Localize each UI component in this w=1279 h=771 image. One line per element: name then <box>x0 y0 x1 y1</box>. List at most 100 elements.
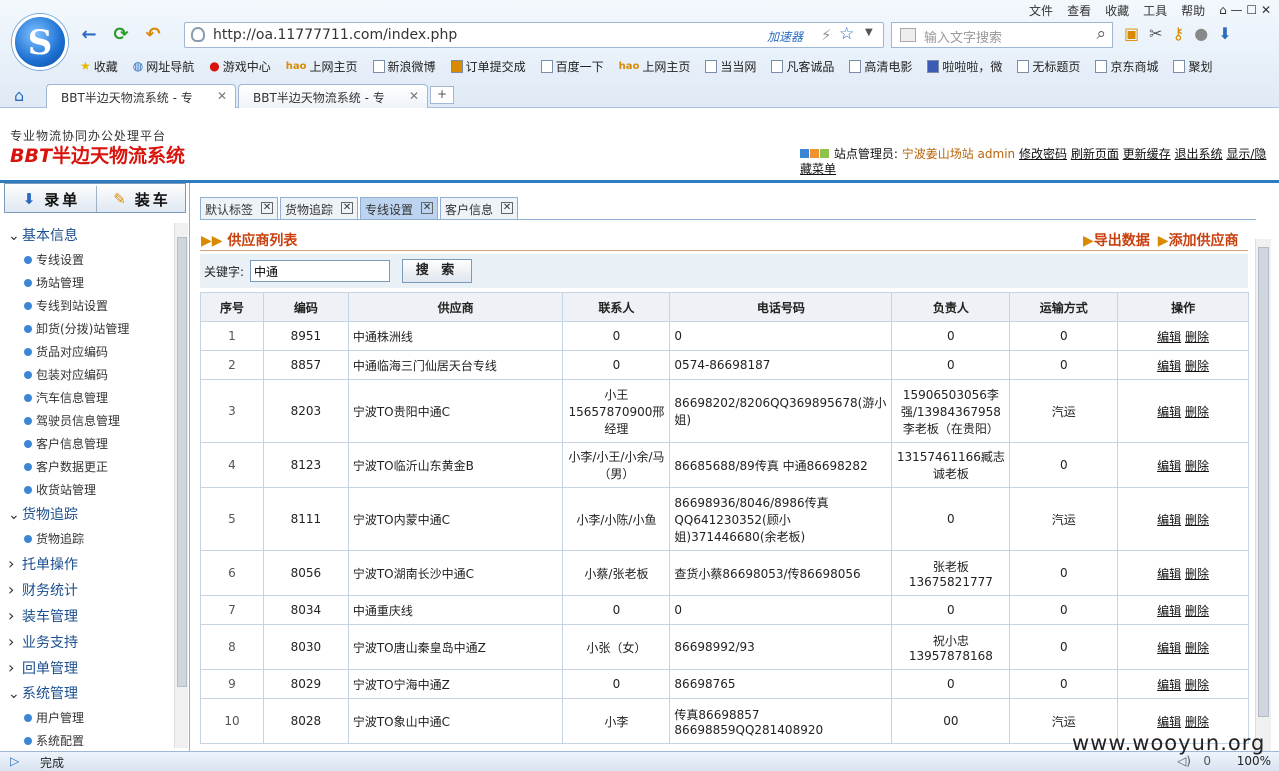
more-icon[interactable]: ● <box>1194 24 1208 43</box>
favorite-item[interactable]: 聚划 <box>1173 58 1212 75</box>
search-button[interactable]: 搜 索 <box>402 259 472 283</box>
edit-link[interactable]: 编辑 <box>1157 330 1181 344</box>
delete-link[interactable]: 删除 <box>1185 641 1209 655</box>
edit-link[interactable]: 编辑 <box>1157 604 1181 618</box>
content-tab[interactable]: 货物追踪 ✕ <box>280 196 359 220</box>
delete-link[interactable]: 删除 <box>1185 459 1209 473</box>
delete-link[interactable]: 删除 <box>1185 567 1209 581</box>
load-truck-button[interactable]: ✎ 装车 <box>97 186 187 212</box>
address-url[interactable]: http://oa.11777711.com/index.php <box>213 27 457 43</box>
delete-link[interactable]: 删除 <box>1185 405 1209 419</box>
sidebar-scroll-thumb[interactable] <box>177 237 187 687</box>
favorite-item[interactable]: 京东商城 <box>1095 58 1158 75</box>
sidebar-item[interactable]: 客户数据更正 <box>0 456 174 479</box>
menu-help[interactable]: 帮助 <box>1181 2 1205 19</box>
update-cache-link[interactable]: 更新缓存 <box>1123 147 1171 161</box>
sidebar-group[interactable]: ⌄ 系统管理 <box>0 681 174 707</box>
close-icon[interactable]: ✕ <box>341 201 354 214</box>
browser-search-placeholder[interactable]: 输入文字搜索 <box>924 27 1002 46</box>
delete-link[interactable]: 删除 <box>1185 678 1209 692</box>
volume-icon[interactable]: ◁) <box>1177 754 1191 768</box>
keyword-input[interactable] <box>250 260 390 282</box>
refresh-page-link[interactable]: 刷新页面 <box>1071 147 1119 161</box>
delete-link[interactable]: 删除 <box>1185 513 1209 527</box>
delete-link[interactable]: 删除 <box>1185 330 1209 344</box>
favorite-item[interactable]: ◍ 网址导航 <box>133 58 195 75</box>
favorite-item[interactable]: 啦啦啦，微 <box>927 58 1002 75</box>
favorite-item[interactable]: hao 上网主页 <box>619 58 691 75</box>
delete-link[interactable]: 删除 <box>1185 604 1209 618</box>
change-password-link[interactable]: 修改密码 <box>1019 147 1067 161</box>
sidebar-group[interactable]: › 回单管理 <box>0 655 174 681</box>
favorites-icon[interactable]: ▣ <box>1124 24 1139 43</box>
close-icon[interactable]: ✕ <box>217 89 227 103</box>
undo-icon[interactable]: ↶ <box>142 24 164 46</box>
favorite-item[interactable]: 新浪微博 <box>372 58 436 75</box>
zoom-level[interactable]: 100% <box>1237 754 1271 768</box>
sidebar-item[interactable]: 货品对应编码 <box>0 341 174 364</box>
sidebar-scrollbar[interactable] <box>174 223 188 748</box>
sidebar-item[interactable]: 用户管理 <box>0 707 174 730</box>
sidebar-item[interactable]: 汽车信息管理 <box>0 387 174 410</box>
edit-link[interactable]: 编辑 <box>1157 567 1181 581</box>
search-icon[interactable]: ⌕ <box>1096 24 1106 44</box>
sidebar-item[interactable]: 货物追踪 <box>0 528 174 551</box>
sidebar-item[interactable]: 专线设置 <box>0 249 174 272</box>
sidebar-group[interactable]: ⌄ 货物追踪 <box>0 502 174 528</box>
favorite-item[interactable]: 当当网 <box>705 58 756 75</box>
sidebar-item[interactable]: 包装对应编码 <box>0 364 174 387</box>
edit-link[interactable]: 编辑 <box>1157 715 1181 729</box>
edit-link[interactable]: 编辑 <box>1157 359 1181 373</box>
content-tab[interactable]: 专线设置 ✕ <box>360 196 439 220</box>
menu-favorites[interactable]: 收藏 <box>1105 2 1129 19</box>
sidebar-item[interactable]: 收货站管理 <box>0 479 174 502</box>
sidebar-group[interactable]: › 托单操作 <box>0 551 174 577</box>
theme-green-icon[interactable] <box>820 149 829 158</box>
content-tab[interactable]: 默认标签 ✕ <box>200 196 279 220</box>
sidebar-item[interactable]: 客户信息管理 <box>0 433 174 456</box>
home-icon[interactable]: ⌂ <box>14 86 24 105</box>
content-scroll-thumb[interactable] <box>1258 247 1269 717</box>
lightning-icon[interactable]: ⚡ <box>821 26 832 44</box>
close-icon[interactable]: ✕ <box>421 201 434 214</box>
content-scrollbar[interactable] <box>1255 239 1271 751</box>
edit-link[interactable]: 编辑 <box>1157 513 1181 527</box>
sidebar-item[interactable]: 专线到站设置 <box>0 295 174 318</box>
edit-link[interactable]: 编辑 <box>1157 459 1181 473</box>
favorite-item[interactable]: 无标题页 <box>1017 58 1080 75</box>
theme-blue-icon[interactable] <box>800 149 809 158</box>
theme-orange-icon[interactable] <box>810 149 819 158</box>
accelerator-label[interactable]: 加速器 <box>767 28 803 45</box>
new-tab-icon[interactable]: + <box>430 86 454 104</box>
menu-view[interactable]: 查看 <box>1067 2 1091 19</box>
refresh-icon[interactable]: ⟳ <box>110 24 132 46</box>
favorite-item[interactable]: hao 上网主页 <box>286 58 358 75</box>
add-supplier-link[interactable]: ▶添加供应商 <box>1158 230 1239 250</box>
close-icon[interactable]: ✕ <box>409 89 419 103</box>
edit-link[interactable]: 编辑 <box>1157 678 1181 692</box>
favorite-item[interactable]: 高清电影 <box>849 58 912 75</box>
favorite-item[interactable]: 百度一下 <box>540 58 604 75</box>
download-icon[interactable]: ⬇ <box>1218 24 1231 43</box>
sidebar-item[interactable]: 驾驶员信息管理 <box>0 410 174 433</box>
close-icon[interactable]: ✕ <box>501 201 514 214</box>
scissors-icon[interactable]: ✂ <box>1149 24 1162 43</box>
favorite-item[interactable]: 凡客诚品 <box>771 58 834 75</box>
content-tab[interactable]: 客户信息 ✕ <box>440 196 519 220</box>
sidebar-item[interactable]: 场站管理 <box>0 272 174 295</box>
export-data-link[interactable]: ▶导出数据 <box>1083 230 1150 250</box>
logout-link[interactable]: 退出系统 <box>1175 147 1223 161</box>
browser-tab[interactable]: BBT半边天物流系统 - 专 ✕ <box>238 84 428 108</box>
close-icon[interactable]: ✕ <box>261 201 274 214</box>
edit-link[interactable]: 编辑 <box>1157 405 1181 419</box>
delete-link[interactable]: 删除 <box>1185 359 1209 373</box>
record-order-button[interactable]: ⬇ 录单 <box>7 186 97 212</box>
key-icon[interactable]: ⚷ <box>1173 24 1185 43</box>
sidebar-group[interactable]: ⌄ 基本信息 <box>0 223 174 249</box>
browser-search-box[interactable]: 输入文字搜索 ⌕ <box>891 22 1113 48</box>
sidebar-item[interactable]: 卸货(分拨)站管理 <box>0 318 174 341</box>
search-engine-icon[interactable] <box>900 28 916 42</box>
menu-tools[interactable]: 工具 <box>1143 2 1167 19</box>
star-icon[interactable]: ☆ <box>839 24 854 44</box>
favorite-item[interactable]: ★ 收藏 <box>80 58 118 75</box>
